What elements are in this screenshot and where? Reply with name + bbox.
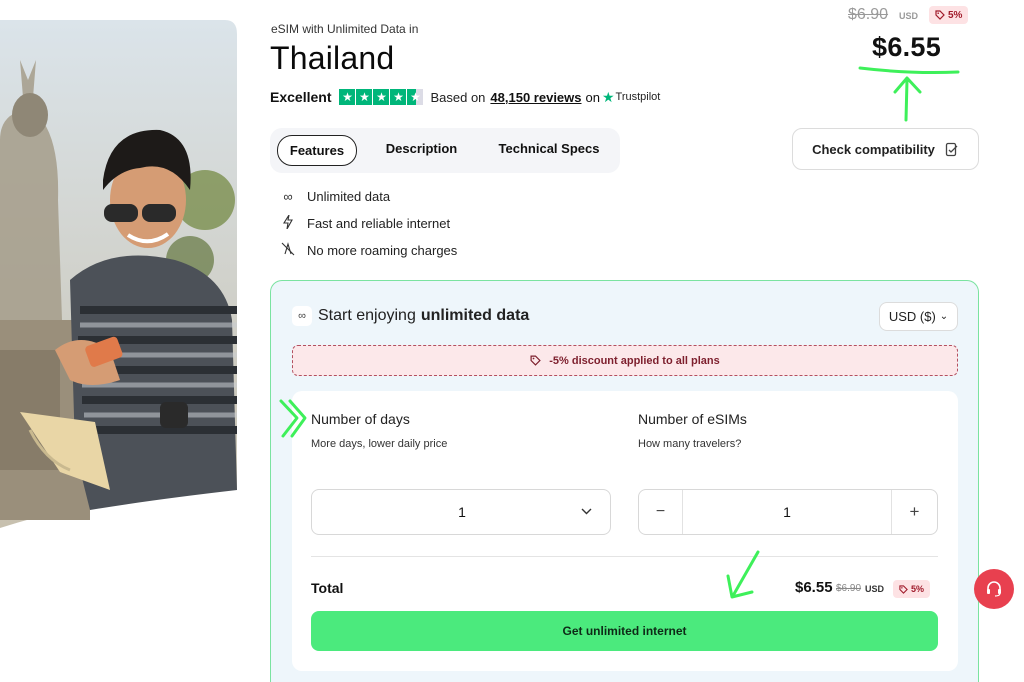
original-price-currency: USD bbox=[899, 11, 919, 21]
discount-banner-text: -5% discount applied to all plans bbox=[549, 354, 720, 367]
trustpilot-star-icon: ★ bbox=[601, 88, 615, 105]
star-icon: ★ bbox=[373, 89, 390, 105]
tag-icon bbox=[935, 10, 945, 20]
days-subtitle: More days, lower daily price bbox=[311, 438, 448, 450]
feature-text: Fast and reliable internet bbox=[307, 215, 451, 231]
plan-panel-title: ∞ Start enjoying unlimited data bbox=[292, 306, 529, 326]
feature-text: No more roaming charges bbox=[307, 242, 458, 258]
rating-label: Excellent bbox=[270, 89, 332, 105]
star-icon: ★ bbox=[390, 89, 407, 105]
original-price: $6.90 bbox=[848, 6, 889, 23]
price-underline-annotation bbox=[858, 66, 960, 74]
half-star-icon: ★ bbox=[407, 89, 424, 105]
trustpilot-logo: Trustpilot bbox=[615, 91, 661, 103]
chevron-down-icon: ⌄ bbox=[939, 311, 949, 322]
up-arrow-annotation bbox=[893, 76, 922, 122]
rating-row: Excellent ★ ★ ★ ★ ★ Based on 48,150 revi… bbox=[270, 87, 660, 107]
chevron-down-icon bbox=[581, 503, 592, 518]
reviews-link[interactable]: 48,150 reviews bbox=[490, 90, 581, 105]
tab-technical-specs[interactable]: Technical Specs bbox=[490, 133, 608, 164]
tab-features[interactable]: Features bbox=[277, 135, 357, 166]
feature-item: Fast and reliable internet bbox=[278, 214, 450, 232]
currency-select[interactable]: USD ($) ⌄ bbox=[879, 302, 958, 331]
infinity-icon: ∞ bbox=[283, 188, 293, 204]
feature-text: Unlimited data bbox=[307, 188, 391, 204]
check-compatibility-label: Check compatibility bbox=[812, 141, 935, 157]
current-price: $6.55 bbox=[872, 32, 942, 62]
total-discount-badge-label: 5% bbox=[911, 584, 925, 594]
plan-title-bold: unlimited data bbox=[420, 307, 530, 324]
esims-title: Number of eSIMs bbox=[638, 411, 747, 427]
infinity-icon: ∞ bbox=[292, 306, 312, 326]
divider bbox=[311, 556, 938, 557]
star-icon: ★ bbox=[339, 89, 356, 105]
currency-select-value: USD ($) bbox=[888, 309, 936, 324]
hero-photo bbox=[0, 20, 237, 530]
discount-badge-label: 5% bbox=[948, 9, 963, 21]
esims-subtitle: How many travelers? bbox=[638, 438, 742, 450]
tab-bar: Features Description Technical Specs bbox=[270, 128, 620, 173]
star-rating: ★ ★ ★ ★ ★ bbox=[339, 89, 424, 105]
checklist-icon bbox=[945, 142, 958, 156]
increment-button[interactable]: + bbox=[891, 490, 937, 534]
days-title: Number of days bbox=[311, 411, 410, 427]
total-label: Total bbox=[311, 580, 344, 596]
discount-banner: -5% discount applied to all plans bbox=[292, 345, 958, 376]
page-title: Thailand bbox=[270, 40, 395, 76]
feature-item: ∞ Unlimited data bbox=[278, 187, 390, 205]
esims-quantity[interactable]: 1 bbox=[683, 504, 891, 520]
decrement-button[interactable]: − bbox=[639, 490, 683, 534]
bolt-icon bbox=[278, 214, 298, 232]
total-currency: USD bbox=[865, 584, 885, 594]
product-eyebrow: eSIM with Unlimited Data in bbox=[271, 22, 419, 36]
tag-icon bbox=[530, 355, 541, 366]
no-roaming-icon bbox=[278, 241, 298, 259]
headset-icon bbox=[987, 581, 1001, 597]
check-compatibility-button[interactable]: Check compatibility bbox=[792, 128, 979, 170]
tab-description[interactable]: Description bbox=[374, 133, 469, 164]
reviews-prefix: Based on bbox=[430, 89, 486, 105]
total-discount-badge: 5% bbox=[893, 580, 931, 598]
total-original-price: $6.90 bbox=[836, 583, 862, 594]
discount-badge: 5% bbox=[929, 6, 969, 24]
get-unlimited-internet-button[interactable]: Get unlimited internet bbox=[311, 611, 938, 651]
total-price: $6.55 bbox=[795, 579, 833, 596]
reviews-on: on bbox=[585, 89, 600, 105]
feature-item: No more roaming charges bbox=[278, 241, 457, 259]
tag-icon bbox=[899, 584, 908, 594]
days-select[interactable]: 1 bbox=[311, 489, 611, 535]
star-icon: ★ bbox=[356, 89, 373, 105]
support-chat-button[interactable] bbox=[974, 569, 1014, 609]
esims-stepper: − 1 + bbox=[638, 489, 938, 535]
plan-title-prefix: Start enjoying bbox=[318, 307, 416, 324]
days-select-value: 1 bbox=[458, 504, 466, 520]
